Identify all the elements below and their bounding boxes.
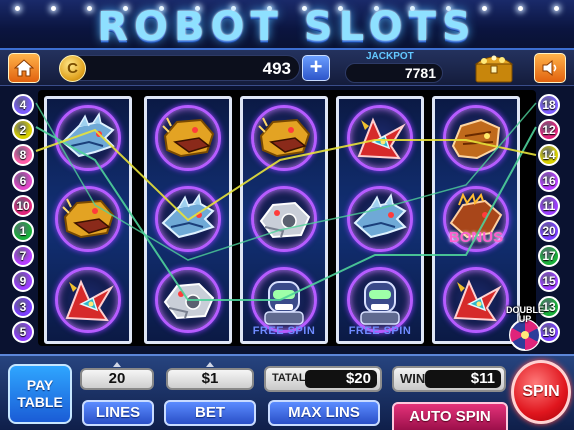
home-button[interactable] bbox=[8, 53, 40, 83]
reel-2 bbox=[144, 96, 232, 344]
coin-icon: C bbox=[59, 55, 86, 82]
payline-marker[interactable]: 2 bbox=[12, 119, 34, 142]
reel-symbol bbox=[147, 99, 229, 179]
sound-button[interactable] bbox=[534, 53, 566, 83]
payline-marker[interactable]: 15 bbox=[538, 270, 560, 293]
blue-dragon-robot-icon bbox=[61, 112, 115, 158]
payline-marker[interactable]: 20 bbox=[538, 220, 560, 242]
home-icon bbox=[14, 59, 34, 77]
blue-dragon-robot-icon bbox=[161, 193, 215, 239]
reel-4: FREE SPIN bbox=[336, 96, 424, 344]
reel-symbol bbox=[47, 261, 129, 341]
auto-spin-button[interactable]: AUTO SPIN bbox=[392, 402, 508, 430]
silver-wolf-robot-icon bbox=[163, 282, 215, 320]
max-lines-button[interactable]: MAX LINS bbox=[268, 400, 380, 426]
jackpot-value: 7781 bbox=[404, 65, 436, 81]
payline-marker[interactable]: 7 bbox=[12, 245, 34, 268]
win-value: $11 bbox=[425, 370, 501, 388]
reel-symbol: FREE SPIN bbox=[339, 261, 421, 341]
reel-symbol bbox=[47, 180, 129, 260]
increase-arrow-icon bbox=[113, 362, 121, 367]
red-bird-robot-icon bbox=[453, 279, 502, 322]
spin-button[interactable]: SPIN bbox=[511, 360, 571, 424]
payline-marker[interactable]: 3 bbox=[12, 295, 34, 318]
reel-3: FREE SPIN bbox=[240, 96, 328, 344]
payline-marker[interactable]: 10 bbox=[12, 194, 34, 217]
payline-marker[interactable]: 5 bbox=[12, 320, 34, 343]
reel-symbol bbox=[339, 99, 421, 179]
silver-wolf-robot-icon bbox=[259, 201, 311, 239]
payline-marker[interactable]: 17 bbox=[538, 245, 560, 268]
payline-marker[interactable]: 12 bbox=[538, 119, 560, 142]
reel-symbol: FREE SPIN bbox=[243, 261, 325, 341]
game-title: ROBOT SLOTS bbox=[97, 4, 477, 50]
jackpot-field: 7781 bbox=[345, 63, 443, 83]
bet-amount: $1 bbox=[201, 370, 219, 387]
lines-count: 20 bbox=[108, 370, 126, 387]
treasure-chest-icon[interactable] bbox=[472, 52, 516, 84]
payline-marker[interactable]: 14 bbox=[538, 144, 560, 167]
double-up-button[interactable]: DOUBLE UP bbox=[503, 303, 547, 353]
total-value: $20 bbox=[305, 370, 377, 388]
reel-symbol bbox=[47, 99, 129, 179]
bet-value: $1 bbox=[166, 362, 254, 390]
title-banner: ROBOT SLOTS bbox=[0, 0, 574, 50]
reel-symbol bbox=[339, 180, 421, 260]
bonus-label: BONUS bbox=[448, 229, 504, 246]
increase-arrow-icon bbox=[206, 362, 214, 367]
robot-head-icon bbox=[264, 281, 304, 325]
double-up-label: DOUBLE UP bbox=[506, 305, 544, 324]
speaker-icon bbox=[542, 59, 557, 77]
payline-marker[interactable]: 16 bbox=[538, 169, 560, 192]
reel-symbol: BONUS bbox=[435, 180, 517, 260]
gold-lion-robot-icon bbox=[62, 198, 115, 239]
free-spin-label: FREE SPIN bbox=[252, 325, 316, 337]
payline-marker[interactable]: 8 bbox=[12, 144, 34, 167]
reel-symbol bbox=[243, 99, 325, 179]
free-spin-label: FREE SPIN bbox=[348, 325, 412, 337]
payline-marker[interactable]: 4 bbox=[12, 94, 34, 116]
bet-button[interactable]: BET bbox=[164, 400, 256, 426]
total-label: TATAL bbox=[272, 372, 306, 384]
reel-symbol bbox=[243, 180, 325, 260]
pay-table-button[interactable]: PAY TABLE bbox=[8, 364, 72, 424]
reel-symbol bbox=[147, 261, 229, 341]
payline-marker[interactable]: 9 bbox=[12, 270, 34, 293]
reel-1 bbox=[44, 96, 132, 344]
gold-lion-robot-icon bbox=[162, 117, 215, 158]
orange-scorpion-robot-icon bbox=[451, 118, 501, 160]
coin-balance: C 493 bbox=[59, 55, 300, 82]
payline-marker[interactable]: 18 bbox=[538, 94, 560, 116]
lines-value: 20 bbox=[80, 362, 154, 390]
robot-head-icon bbox=[360, 281, 400, 325]
reel-symbol bbox=[435, 99, 517, 179]
total-bet-readout: TATAL $20 bbox=[264, 366, 382, 392]
lines-button[interactable]: LINES bbox=[82, 400, 154, 426]
control-bar: PAY TABLE 20 LINES $1 BET TATAL $20 MAX … bbox=[0, 354, 574, 430]
coin-balance-value: 493 bbox=[262, 59, 291, 78]
blue-dragon-robot-icon bbox=[353, 193, 407, 239]
payline-marker[interactable]: 6 bbox=[12, 169, 34, 192]
win-readout: WIN $11 bbox=[392, 366, 506, 392]
gold-lion-robot-icon bbox=[258, 117, 311, 158]
jackpot-label: JACKPOT bbox=[366, 51, 414, 62]
payline-marker[interactable]: 11 bbox=[538, 194, 560, 217]
payline-marker[interactable]: 1 bbox=[12, 220, 34, 242]
add-coins-button[interactable]: + bbox=[302, 55, 330, 81]
red-bird-robot-icon bbox=[65, 279, 114, 322]
reel-symbol bbox=[147, 180, 229, 260]
win-label: WIN bbox=[400, 371, 426, 386]
top-status-bar: C 493 + JACKPOT 7781 bbox=[0, 50, 574, 86]
red-bird-robot-icon bbox=[357, 117, 406, 160]
